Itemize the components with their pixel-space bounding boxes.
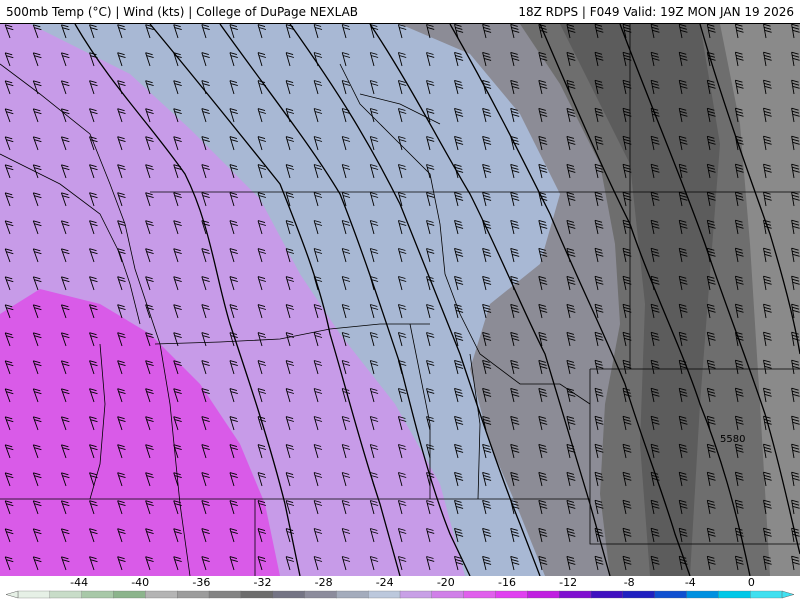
colorbar-swatch <box>177 590 210 599</box>
colorbar-swatch <box>208 590 242 599</box>
colorbar-tick-label: -44 <box>70 576 88 589</box>
title-bar: 500mb Temp (°C) | Wind (kts) | College o… <box>0 0 800 24</box>
colorbar-swatch <box>527 590 560 599</box>
map-title: 500mb Temp (°C) | Wind (kts) | College o… <box>6 5 359 19</box>
colorbar-swatch <box>750 590 783 599</box>
colorbar-swatch <box>81 590 115 599</box>
colorbar-swatch <box>17 590 51 599</box>
colorbar-swatch <box>590 590 624 599</box>
colorbar-tick-label: -20 <box>437 576 455 589</box>
colorbar-swatch <box>495 590 528 599</box>
colorbar-tick-label: -4 <box>685 576 696 589</box>
colorbar-swatch <box>49 590 83 599</box>
temperature-colorbar: -44 -40 -36 -32 -28 -24 -20 -16 -12 -8 -4 0 <box>5 576 795 599</box>
colorbar-swatch <box>113 590 146 599</box>
colorbar-swatch <box>463 590 497 599</box>
colorbar-swatch <box>686 590 719 599</box>
colorbar-swatch <box>718 590 751 599</box>
colorbar-swatch <box>654 590 688 599</box>
colorbar-swatches <box>5 590 795 599</box>
colorbar-left-arrow <box>5 590 19 599</box>
colorbar-swatch <box>431 590 465 599</box>
colorbar: -44 -40 -36 -32 -28 -24 -20 -16 -12 -8 -4 0 <box>0 576 800 600</box>
weather-map: 5580 <box>0 24 800 576</box>
contour-label: 5580 <box>720 434 745 445</box>
colorbar-swatch <box>336 590 369 599</box>
colorbar-swatch <box>622 590 656 599</box>
colorbar-swatch <box>145 590 178 599</box>
colorbar-tick-label: -28 <box>315 576 333 589</box>
colorbar-swatch <box>304 590 337 599</box>
colorbar-tick-label: -36 <box>192 576 210 589</box>
temperature-wind-map: 5580 <box>0 24 800 576</box>
model-run-info: 18Z RDPS | F049 Valid: 19Z MON JAN 19 20… <box>518 5 794 19</box>
colorbar-swatch <box>559 590 592 599</box>
colorbar-tick-label: -24 <box>376 576 394 589</box>
colorbar-tick-label: -16 <box>498 576 516 589</box>
colorbar-tick-label: 0 <box>748 576 755 589</box>
colorbar-swatch <box>240 590 274 599</box>
colorbar-swatch <box>272 590 306 599</box>
colorbar-right-arrow <box>781 590 795 599</box>
colorbar-swatch <box>399 590 433 599</box>
colorbar-tick-label: -40 <box>131 576 149 589</box>
colorbar-ticks: -44 -40 -36 -32 -28 -24 -20 -16 -12 -8 -4 0 <box>70 576 755 589</box>
colorbar-tick-label: -8 <box>624 576 635 589</box>
colorbar-tick-label: -32 <box>254 576 272 589</box>
colorbar-swatch <box>368 590 401 599</box>
colorbar-tick-label: -12 <box>559 576 577 589</box>
